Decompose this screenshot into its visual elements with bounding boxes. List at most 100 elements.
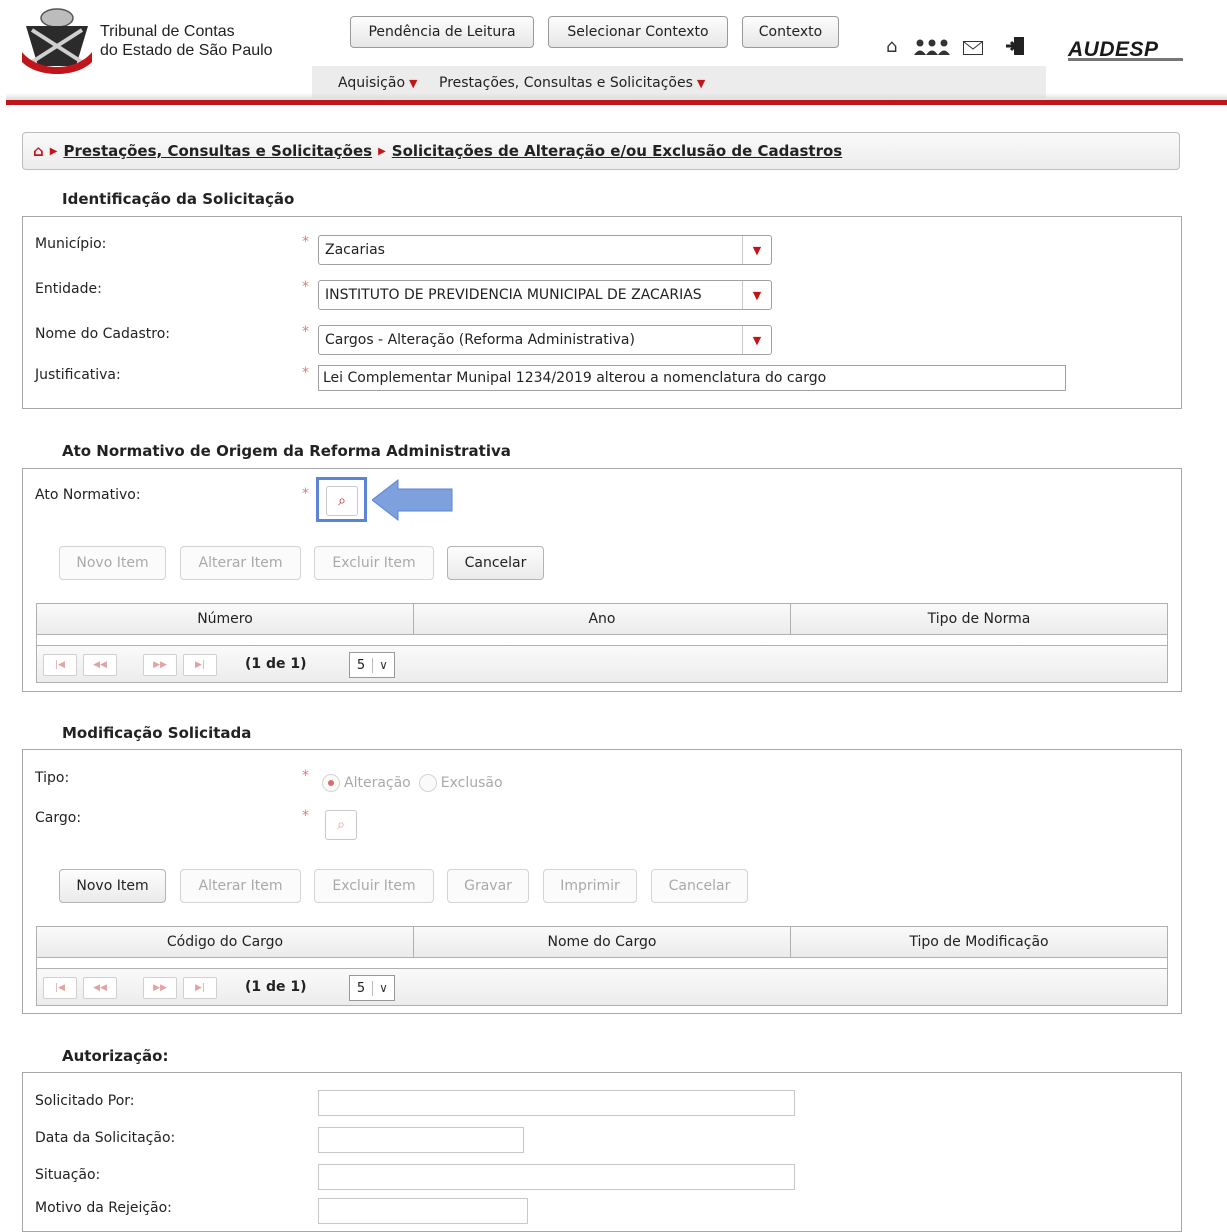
required-mark: * — [302, 486, 309, 502]
situacao-label: Situação: — [35, 1167, 101, 1183]
required-mark: * — [302, 234, 309, 250]
header-divider — [6, 100, 1227, 105]
municipio-value: Zacarias — [325, 242, 385, 258]
mod-cancelar-button[interactable]: Cancelar — [651, 869, 748, 903]
cadastro-select[interactable]: Cargos - Alteração (Reforma Administrati… — [318, 325, 772, 355]
menu-prestacoes[interactable]: Prestações, Consultas e Solicitações ▼ — [439, 75, 705, 91]
required-mark: * — [302, 279, 309, 295]
col-numero[interactable]: Número — [37, 604, 414, 634]
entidade-select[interactable]: INSTITUTO DE PREVIDENCIA MUNICIPAL DE ZA… — [318, 280, 772, 310]
home-icon[interactable]: ⌂ — [33, 142, 44, 160]
ato-table: Número Ano Tipo de Norma |◀ ◀◀ ▶▶ ▶| (1 … — [36, 603, 1168, 683]
breadcrumb-prestacoes[interactable]: Prestações, Consultas e Solicitações — [63, 142, 372, 160]
last-page-icon[interactable]: ▶| — [183, 654, 217, 676]
solicitado-por-field[interactable] — [318, 1090, 795, 1116]
justificativa-input[interactable]: Lei Complementar Munipal 1234/2019 alter… — [318, 365, 1066, 391]
radio-exclusao-label: Exclusão — [440, 775, 503, 791]
first-page-icon[interactable]: |◀ — [43, 654, 77, 676]
breadcrumb: ⌂ ▶ Prestações, Consultas e Solicitações… — [22, 132, 1180, 170]
caret-down-icon: ▼ — [409, 76, 418, 90]
logout-icon[interactable] — [1005, 36, 1025, 60]
cargo-label: Cargo: — [35, 810, 82, 826]
situacao-field[interactable] — [318, 1164, 795, 1190]
ato-legend: Ato Normativo de Origem da Reforma Admin… — [56, 442, 517, 460]
page-report: (1 de 1) — [245, 656, 307, 672]
pendencia-leitura-button[interactable]: Pendência de Leitura — [350, 16, 534, 48]
col-nome-cargo[interactable]: Nome do Cargo — [414, 927, 791, 957]
org-name-line1: Tribunal de Contas — [100, 23, 235, 40]
radio-alteracao[interactable] — [322, 774, 340, 792]
modificacao-legend: Modificação Solicitada — [56, 724, 258, 742]
ato-normativo-label: Ato Normativo: — [35, 487, 141, 503]
col-tipo-modificacao[interactable]: Tipo de Modificação — [791, 927, 1167, 957]
required-mark: * — [302, 365, 309, 381]
ato-novo-item-button[interactable]: Novo Item — [59, 546, 166, 580]
ato-excluir-item-button[interactable]: Excluir Item — [314, 546, 434, 580]
motivo-rejeicao-field[interactable] — [318, 1198, 528, 1224]
selecionar-contexto-button[interactable]: Selecionar Contexto — [548, 16, 728, 48]
autorizacao-legend: Autorização: — [56, 1047, 175, 1065]
rows-per-page-select[interactable]: 5 ∨ — [349, 652, 395, 678]
tipo-radio-group: Alteração Exclusão — [322, 774, 503, 792]
prev-page-icon[interactable]: ◀◀ — [83, 977, 117, 999]
table-header: Código do Cargo Nome do Cargo Tipo de Mo… — [37, 927, 1167, 958]
cargo-table: Código do Cargo Nome do Cargo Tipo de Mo… — [36, 926, 1168, 1006]
justificativa-label: Justificativa: — [35, 367, 121, 383]
menu-aquisicao-label: Aquisição — [338, 75, 406, 91]
mod-alterar-item-button[interactable]: Alterar Item — [180, 869, 301, 903]
col-ano[interactable]: Ano — [414, 604, 791, 634]
col-codigo-cargo[interactable]: Código do Cargo — [37, 927, 414, 957]
mod-novo-item-button[interactable]: Novo Item — [59, 869, 166, 903]
mod-excluir-item-button[interactable]: Excluir Item — [314, 869, 434, 903]
first-page-icon[interactable]: |◀ — [43, 977, 77, 999]
tipo-label: Tipo: — [35, 770, 70, 786]
menu-prestacoes-label: Prestações, Consultas e Solicitações — [439, 75, 693, 91]
ato-alterar-item-button[interactable]: Alterar Item — [180, 546, 301, 580]
search-icon: ⌕ — [337, 817, 345, 833]
next-page-icon[interactable]: ▶▶ — [143, 977, 177, 999]
prev-page-icon[interactable]: ◀◀ — [83, 654, 117, 676]
col-tipo-norma[interactable]: Tipo de Norma — [791, 604, 1167, 634]
pager: |◀ ◀◀ ▶▶ ▶| (1 de 1) 5 ∨ — [37, 968, 1167, 1005]
mod-imprimir-button[interactable]: Imprimir — [543, 869, 637, 903]
ato-search-button[interactable]: ⌕ — [326, 486, 358, 516]
tce-logo — [18, 6, 96, 76]
search-icon: ⌕ — [338, 493, 346, 509]
cadastro-label: Nome do Cadastro: — [35, 326, 170, 342]
required-mark: * — [302, 768, 309, 784]
radio-alteracao-label: Alteração — [344, 775, 411, 791]
ato-cancelar-button[interactable]: Cancelar — [447, 546, 544, 580]
contexto-button[interactable]: Contexto — [742, 16, 839, 48]
page-report: (1 de 1) — [245, 979, 307, 995]
cargo-search-button[interactable]: ⌕ — [325, 810, 357, 840]
dropdown-arrow-icon[interactable]: ▼ — [742, 236, 771, 264]
last-page-icon[interactable]: ▶| — [183, 977, 217, 999]
mail-icon[interactable] — [963, 41, 983, 59]
radio-exclusao[interactable] — [418, 774, 437, 792]
municipio-label: Município: — [35, 236, 107, 252]
caret-down-icon: ▼ — [696, 76, 706, 90]
entidade-label: Entidade: — [35, 281, 102, 297]
breadcrumb-solicitacoes[interactable]: Solicitações de Alteração e/ou Exclusão … — [392, 142, 842, 160]
dropdown-arrow-icon[interactable]: ▼ — [742, 281, 771, 309]
rows-per-page-select[interactable]: 5 ∨ — [349, 975, 395, 1001]
breadcrumb-separator-icon: ▶ — [49, 145, 58, 157]
chevron-down-icon: ∨ — [379, 981, 388, 995]
pointer-arrow — [371, 478, 454, 526]
pager: |◀ ◀◀ ▶▶ ▶| (1 de 1) 5 ∨ — [37, 645, 1167, 682]
audesp-tagline-decoration — [1068, 58, 1183, 61]
identificacao-legend: Identificação da Solicitação — [56, 190, 301, 208]
home-icon[interactable]: ⌂ — [886, 36, 897, 57]
required-mark: * — [302, 324, 309, 340]
data-solicitacao-field[interactable] — [318, 1127, 524, 1153]
mod-gravar-button[interactable]: Gravar — [447, 869, 529, 903]
required-mark: * — [302, 808, 309, 824]
next-page-icon[interactable]: ▶▶ — [143, 654, 177, 676]
motivo-rejeicao-label: Motivo da Rejeição: — [35, 1200, 172, 1216]
users-icon[interactable] — [914, 38, 960, 60]
dropdown-arrow-icon[interactable]: ▼ — [742, 326, 771, 354]
menu-aquisicao[interactable]: Aquisição ▼ — [338, 75, 417, 91]
org-name-line2: do Estado de São Paulo — [100, 42, 273, 59]
municipio-select[interactable]: Zacarias ▼ — [318, 235, 772, 265]
chevron-down-icon: ∨ — [379, 658, 388, 672]
